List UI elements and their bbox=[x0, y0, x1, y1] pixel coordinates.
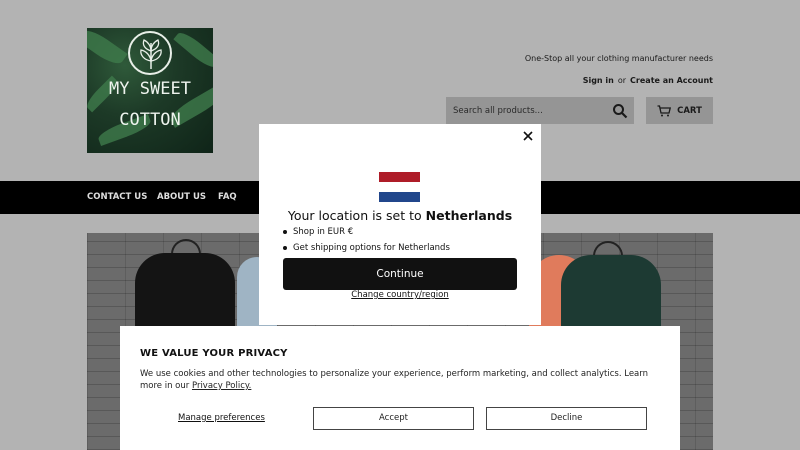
store-logo[interactable]: MY SWEET COTTON bbox=[87, 28, 213, 153]
cart-label: CART bbox=[677, 105, 702, 116]
cart-icon bbox=[657, 104, 672, 116]
search-bar bbox=[446, 97, 634, 124]
privacy-title: WE VALUE YOUR PRIVACY bbox=[140, 348, 288, 359]
create-account-link[interactable]: Create an Account bbox=[630, 76, 713, 85]
accept-button[interactable]: Accept bbox=[313, 407, 474, 430]
netherlands-flag-icon bbox=[379, 172, 420, 202]
logo-text-line1: MY SWEET bbox=[109, 79, 191, 99]
search-icon[interactable] bbox=[612, 103, 628, 119]
change-country-link[interactable]: Change country/region bbox=[259, 290, 541, 300]
location-modal: Your location is set to Netherlands Shop… bbox=[259, 124, 541, 325]
tagline: One-Stop all your clothing manufacturer … bbox=[524, 54, 713, 63]
location-title: Your location is set to Netherlands bbox=[287, 208, 513, 223]
sign-in-link[interactable]: Sign in bbox=[583, 76, 614, 85]
cart-button[interactable]: CART bbox=[646, 97, 713, 124]
list-item: Shop in EUR € bbox=[283, 226, 450, 242]
privacy-policy-link[interactable]: Privacy Policy. bbox=[192, 381, 251, 391]
logo-text-line2: COTTON bbox=[119, 110, 181, 130]
privacy-text: We use cookies and other technologies to… bbox=[140, 369, 648, 391]
list-item: Get shipping options for Netherlands bbox=[283, 242, 450, 258]
continue-button[interactable]: Continue bbox=[283, 258, 517, 290]
leaf-emblem-icon bbox=[128, 31, 172, 75]
nav-item-about-us[interactable]: ABOUT US bbox=[157, 192, 206, 202]
manage-preferences-link[interactable]: Manage preferences bbox=[178, 413, 265, 423]
location-bullets: Shop in EUR € Get shipping options for N… bbox=[283, 226, 450, 258]
decline-button[interactable]: Decline bbox=[486, 407, 647, 430]
nav-item-faq[interactable]: FAQ bbox=[218, 192, 237, 202]
or-text: or bbox=[617, 76, 627, 85]
search-input[interactable] bbox=[446, 97, 606, 124]
nav-item-contact-us[interactable]: CONTACT US bbox=[87, 192, 147, 202]
close-icon[interactable] bbox=[522, 130, 534, 142]
privacy-banner: WE VALUE YOUR PRIVACY We use cookies and… bbox=[120, 326, 680, 450]
account-links: Sign in or Create an Account bbox=[583, 76, 713, 85]
